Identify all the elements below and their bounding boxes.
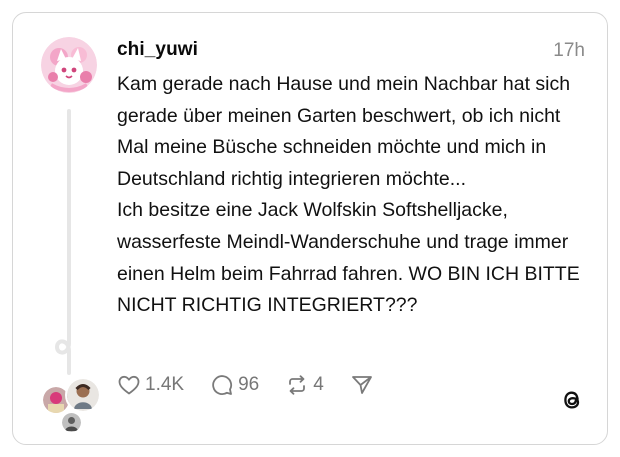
action-bar: 1.4K 96 4 — [117, 371, 400, 399]
heart-icon — [118, 375, 140, 395]
post-paragraph: Ich besitze eine Jack Wolfskin Softshell… — [117, 199, 580, 317]
threads-logo-icon[interactable] — [559, 387, 585, 413]
username[interactable]: chi_yuwi — [117, 39, 198, 61]
repost-button[interactable]: 4 — [285, 373, 324, 397]
comment-button[interactable]: 96 — [210, 373, 259, 397]
repost-count: 4 — [313, 374, 324, 395]
thread-line — [67, 109, 71, 334]
post-text: Kam gerade nach Hause und mein Nachbar h… — [117, 69, 597, 322]
repost-icon — [289, 375, 306, 395]
timestamp: 17h — [553, 40, 585, 61]
comment-count: 96 — [238, 374, 260, 395]
post-paragraph: Kam gerade nach Hause und mein Nachbar h… — [117, 73, 571, 190]
avatar[interactable] — [41, 37, 97, 93]
replier-avatar — [65, 377, 101, 413]
send-icon — [351, 376, 372, 394]
replier-avatar — [60, 411, 83, 434]
comment-icon — [212, 375, 233, 395]
share-button[interactable] — [350, 373, 374, 397]
like-button[interactable]: 1.4K — [117, 373, 184, 397]
replier-avatars[interactable] — [39, 377, 109, 434]
thread-loop-icon — [54, 325, 71, 375]
threads-post-card: chi_yuwi 17h Kam gerade nach Hause und m… — [12, 12, 608, 445]
like-count: 1.4K — [145, 374, 185, 395]
